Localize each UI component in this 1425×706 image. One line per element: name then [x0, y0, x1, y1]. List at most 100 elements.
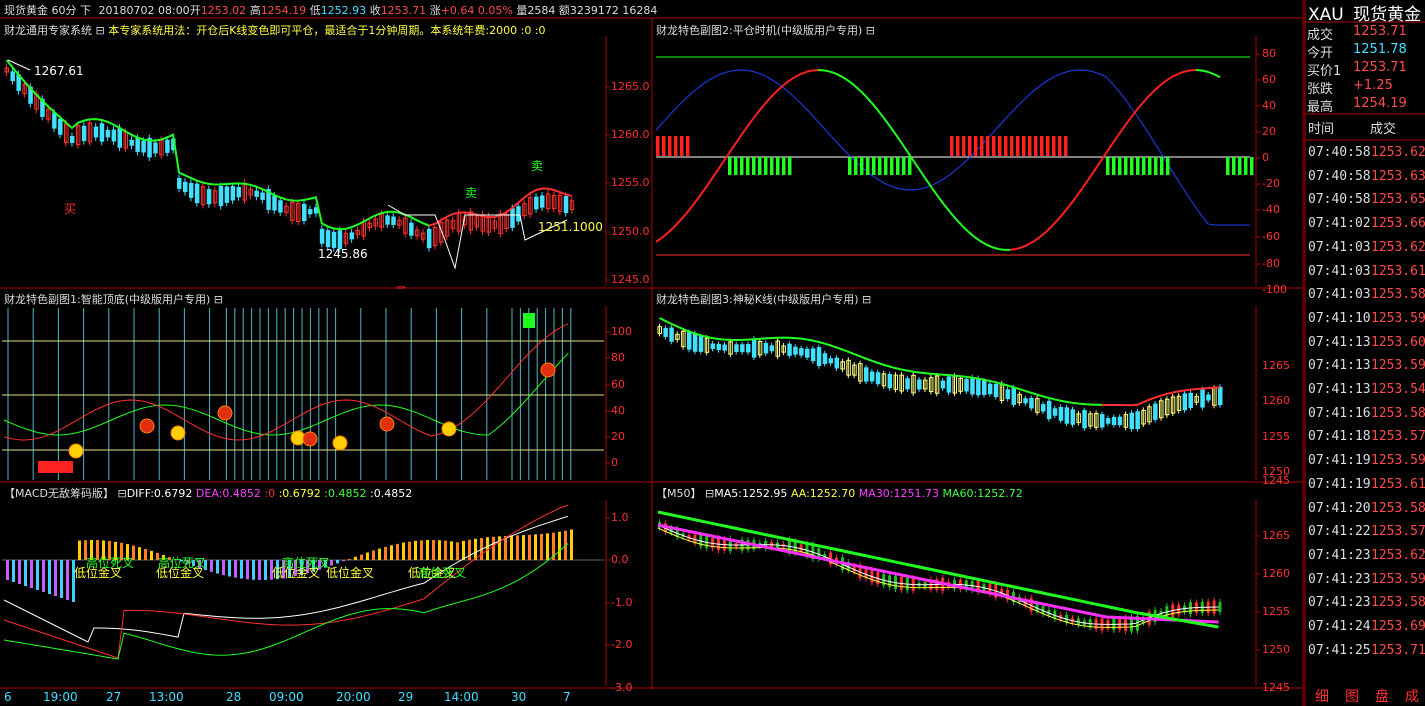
panel-toggle-icon[interactable]: ⊟	[214, 293, 223, 306]
quote-row-label: 张跌	[1307, 82, 1334, 97]
sub1-panel-title[interactable]: 财龙特色副图1:智能顶底(中级版用户专用)	[4, 293, 210, 306]
osc-segment	[1207, 70, 1215, 76]
panel-toggle-icon[interactable]: ⊟	[862, 293, 871, 306]
macd-diff: DIFF:0.6792	[126, 487, 193, 500]
candle	[887, 373, 893, 389]
tick-row[interactable]: 07:40:58 1253.63	[1308, 165, 1425, 189]
tick-row[interactable]: 07:41:19 1253.59	[1308, 449, 1425, 473]
macd-bar	[348, 558, 351, 560]
tick-row[interactable]: 07:41:10 1253.59	[1308, 307, 1425, 331]
panel-toggle-icon[interactable]: ⊟	[96, 24, 105, 37]
tick-row[interactable]: 07:41:20 1253.58	[1308, 497, 1425, 521]
candle	[799, 348, 804, 356]
signal-bar	[1028, 136, 1032, 156]
tick-row[interactable]: 07:40:58 1253.65	[1308, 188, 1425, 212]
candle	[409, 222, 414, 236]
volume-label: 量	[516, 4, 528, 17]
candle	[117, 127, 123, 148]
macd-axis-label: -2.0	[611, 638, 633, 651]
tick-row[interactable]: 07:41:03 1253.58	[1308, 283, 1425, 307]
tick-row[interactable]: 07:41:13 1253.60	[1308, 331, 1425, 355]
quote-row: 买价1 1253.71	[1307, 60, 1407, 79]
sub3-axis-label: 1265	[1262, 359, 1290, 372]
macd-bar	[48, 560, 51, 594]
tick-row[interactable]: 07:41:19 1253.61	[1308, 473, 1425, 497]
tick-time: 07:40:58	[1308, 168, 1371, 184]
tick-row[interactable]: 07:41:03 1253.61	[1308, 260, 1425, 284]
macd-axis-label: 0.0	[611, 553, 629, 566]
tick-row[interactable]: 07:41:03 1253.62	[1308, 236, 1425, 260]
osc-segment	[955, 218, 963, 227]
signal-bar	[992, 136, 996, 156]
sub1-axis-label: 60	[611, 378, 625, 391]
tick-header-time: 时间	[1308, 122, 1335, 137]
tick-row[interactable]: 07:41:23 1253.62	[1308, 544, 1425, 568]
tick-row[interactable]: 07:41:16 1253.58	[1308, 402, 1425, 426]
signal-bar	[974, 136, 978, 156]
candle	[875, 372, 881, 385]
osc-segment	[739, 127, 747, 138]
time-axis-label: 14:00	[444, 690, 479, 704]
signal-bar	[998, 136, 1002, 156]
signal-bar	[770, 157, 774, 175]
candle	[1100, 414, 1105, 428]
candle	[58, 118, 63, 135]
low-value: 1252.93	[320, 4, 367, 17]
sub1-axis-label: 20	[611, 430, 625, 443]
macd-bar	[138, 547, 141, 560]
candle	[331, 231, 337, 248]
quote-row-value: 1253.71	[1353, 60, 1407, 75]
tick-row[interactable]: 07:41:13 1253.59	[1308, 354, 1425, 378]
bottom-tab[interactable]: 细	[1315, 686, 1329, 706]
signal-bar	[1040, 136, 1044, 156]
ma-axis-label: 1255	[1262, 605, 1290, 618]
macd-bar	[366, 552, 369, 560]
tick-row[interactable]: 07:41:25 1253.71	[1308, 639, 1425, 663]
tick-row[interactable]: 07:40:58 1253.62	[1308, 141, 1425, 165]
panel-toggle-icon[interactable]: ⊟	[705, 487, 714, 500]
tick-row[interactable]: 07:41:02 1253.66	[1308, 212, 1425, 236]
tick-row[interactable]: 07:41:24 1253.69	[1308, 615, 1425, 639]
osc-segment	[703, 180, 711, 191]
sub2-panel-title[interactable]: 财龙特色副图2:平仓时机(中级版用户专用)	[656, 24, 862, 37]
macd-bar	[504, 535, 507, 560]
candle	[206, 189, 212, 205]
macd-panel-title[interactable]: 【MACD无敌筹码版】	[4, 487, 114, 500]
time-axis-label: 09:00	[269, 690, 304, 704]
signal-bar	[662, 136, 666, 156]
candle	[1129, 412, 1134, 430]
candle	[946, 376, 952, 393]
tick-row[interactable]: 07:41:18 1253.57	[1308, 425, 1425, 449]
candle	[165, 139, 170, 153]
osc-segment	[769, 91, 777, 99]
price-axis-label: 1260.0	[611, 128, 650, 141]
sub3-panel-title[interactable]: 财龙特色副图3:神秘K线(中级版用户专用)	[656, 293, 859, 306]
tick-row[interactable]: 07:41:23 1253.59	[1308, 568, 1425, 592]
tick-row[interactable]: 07:41:13 1253.54	[1308, 378, 1425, 402]
bottom-tab[interactable]: 图	[1345, 686, 1359, 706]
candle	[563, 196, 569, 214]
tick-row[interactable]: 07:41:23 1253.58	[1308, 591, 1425, 615]
tick-row[interactable]: 07:41:22 1253.57	[1308, 520, 1425, 544]
tick-price: 1253.59	[1371, 358, 1425, 374]
macd-bar	[486, 537, 489, 560]
candle	[516, 206, 521, 222]
signal-dot	[441, 421, 457, 437]
osc-segment	[1009, 248, 1017, 251]
time-axis-label: 19:00	[43, 690, 78, 704]
candle	[1041, 404, 1046, 412]
bottom-tab[interactable]: 盘	[1375, 686, 1389, 706]
panel-toggle-icon[interactable]: ⊟	[866, 24, 875, 37]
chart-canvas[interactable]	[0, 0, 1425, 706]
tick-time: 07:41:23	[1308, 547, 1371, 563]
candle	[10, 71, 15, 82]
bottom-tab[interactable]: 成	[1405, 686, 1419, 706]
candle	[816, 347, 822, 367]
signal-dot	[302, 431, 318, 447]
ma-panel-title[interactable]: 【M50】	[656, 487, 702, 500]
macd-bar	[420, 540, 423, 560]
main-panel-title[interactable]: 财龙通用专家系统	[4, 24, 92, 37]
osc-segment	[997, 247, 1005, 251]
panel-toggle-icon[interactable]: ⊟	[117, 487, 126, 500]
signal-bar	[956, 136, 960, 156]
